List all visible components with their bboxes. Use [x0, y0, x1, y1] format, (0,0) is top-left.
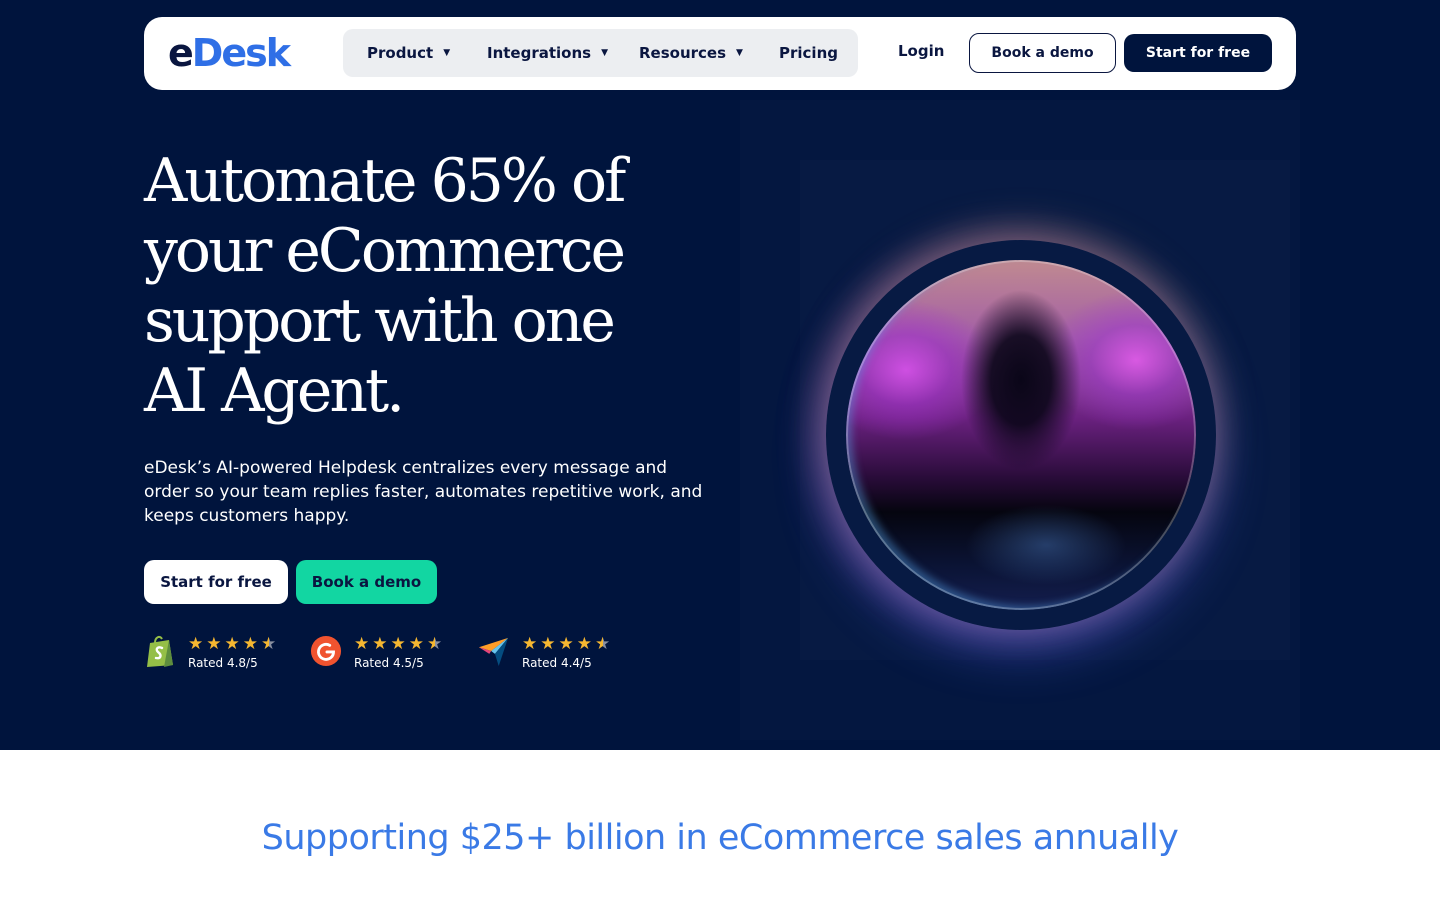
- rating-text: Rated 4.5/5: [354, 656, 424, 670]
- rating-capterra: ★ ★ ★ ★ ★ Rated 4.4/5: [478, 634, 610, 674]
- star-icon: ★: [576, 634, 592, 654]
- star-icon: ★: [522, 634, 538, 654]
- star-rating: ★ ★ ★ ★ ★: [522, 634, 610, 654]
- star-icon: ★: [540, 634, 556, 654]
- star-icon: ★: [372, 634, 388, 654]
- rating-shopify: ★ ★ ★ ★ ★ Rated 4.8/5: [144, 634, 276, 674]
- capterra-icon: [478, 634, 510, 668]
- star-icon: ★: [408, 634, 424, 654]
- menu-item-pricing[interactable]: Pricing: [779, 44, 849, 62]
- stats-heading: Supporting $25+ billion in eCommerce sal…: [261, 818, 1179, 858]
- top-navigation: eDesk Product ▼ Integrations ▼ Resources…: [144, 17, 1296, 90]
- headline-line: support with one: [144, 286, 616, 356]
- shopify-icon: [144, 634, 176, 668]
- hero-headline: Automate 65% of your eCommerce support w…: [144, 146, 744, 426]
- caret-down-icon: ▼: [601, 48, 609, 58]
- rating-text: Rated 4.8/5: [188, 656, 258, 670]
- main-menu: Product ▼ Integrations ▼ Resources ▼ Pri…: [343, 29, 858, 77]
- menu-item-resources[interactable]: Resources ▼: [639, 44, 779, 62]
- star-icon: ★: [558, 634, 574, 654]
- edesk-logo[interactable]: eDesk: [168, 33, 291, 73]
- star-rating: ★ ★ ★ ★ ★: [354, 634, 442, 654]
- g2-icon: [310, 634, 342, 668]
- half-star-icon: ★: [261, 634, 277, 654]
- menu-item-label: Integrations: [487, 44, 592, 62]
- ai-orb-graphic: [846, 260, 1196, 610]
- menu-item-label: Product: [367, 44, 434, 62]
- book-demo-button[interactable]: Book a demo: [969, 33, 1116, 73]
- headline-line: your eCommerce: [144, 216, 626, 286]
- rating-details: ★ ★ ★ ★ ★ Rated 4.5/5: [354, 634, 442, 670]
- headline-line: AI Agent.: [144, 356, 405, 426]
- star-icon: ★: [206, 634, 222, 654]
- rating-text: Rated 4.4/5: [522, 656, 592, 670]
- star-icon: ★: [242, 634, 258, 654]
- star-rating: ★ ★ ★ ★ ★: [188, 634, 276, 654]
- hero-section: eDesk Product ▼ Integrations ▼ Resources…: [0, 0, 1440, 750]
- hero-start-free-button[interactable]: Start for free: [144, 560, 288, 604]
- caret-down-icon: ▼: [736, 48, 743, 58]
- headline-line: Automate 65% of: [144, 146, 626, 216]
- star-icon: ★: [390, 634, 406, 654]
- start-free-button[interactable]: Start for free: [1124, 34, 1272, 72]
- menu-item-product[interactable]: Product ▼: [367, 44, 487, 62]
- menu-item-label: Pricing: [779, 44, 838, 62]
- rating-details: ★ ★ ★ ★ ★ Rated 4.8/5: [188, 634, 276, 670]
- hero-subtext: eDesk’s AI-powered Helpdesk centralizes …: [144, 458, 703, 526]
- half-star-icon: ★: [427, 634, 443, 654]
- login-link[interactable]: Login: [898, 42, 944, 60]
- hero-book-demo-button[interactable]: Book a demo: [296, 560, 437, 604]
- rating-g2: ★ ★ ★ ★ ★ Rated 4.5/5: [310, 634, 442, 674]
- star-icon: ★: [188, 634, 204, 654]
- star-icon: ★: [354, 634, 370, 654]
- rating-details: ★ ★ ★ ★ ★ Rated 4.4/5: [522, 634, 610, 670]
- half-star-icon: ★: [595, 634, 611, 654]
- menu-item-integrations[interactable]: Integrations ▼: [487, 44, 639, 62]
- star-icon: ★: [224, 634, 240, 654]
- menu-item-label: Resources: [639, 44, 727, 62]
- caret-down-icon: ▼: [443, 48, 451, 58]
